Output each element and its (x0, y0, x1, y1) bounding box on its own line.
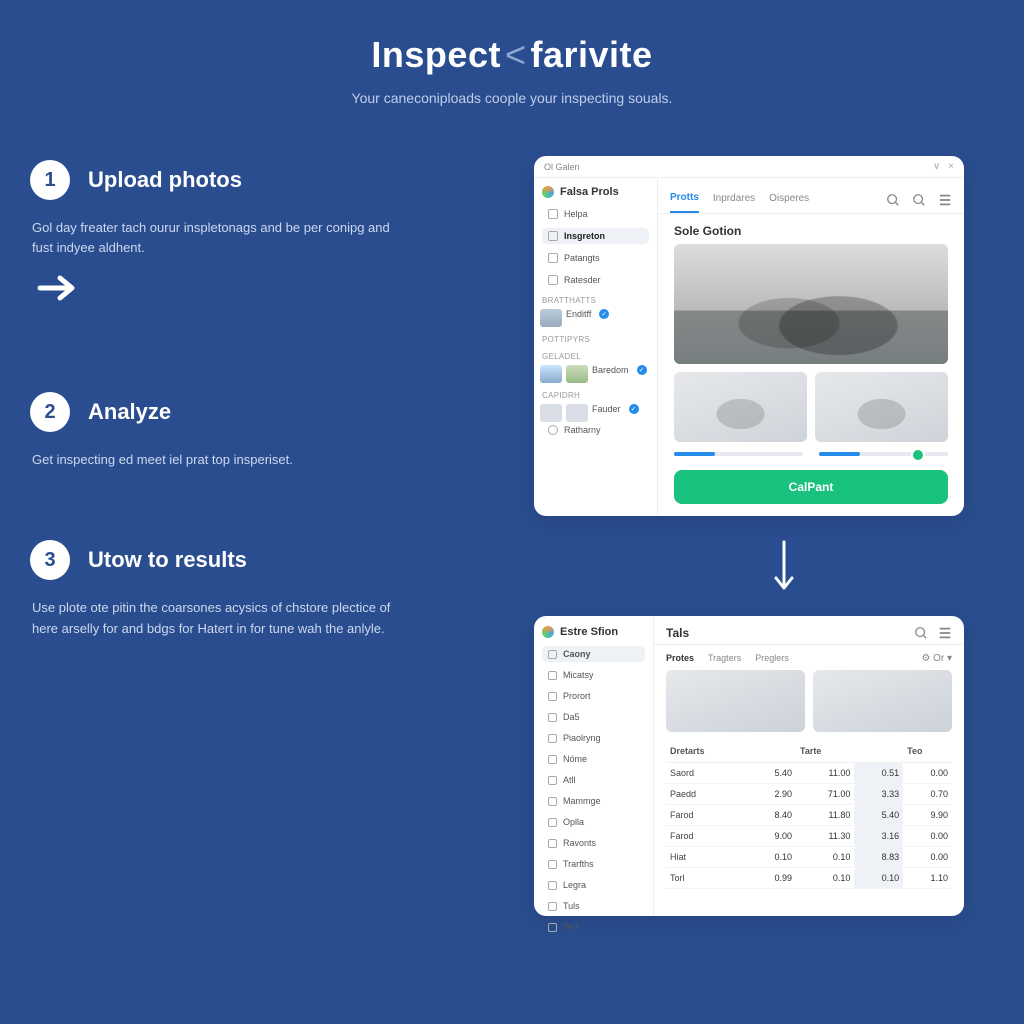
upload-app-card: Ol Galen ∨× Falsa Prols Helpa Insgreton … (534, 156, 964, 516)
thumb-icon[interactable] (566, 365, 588, 383)
sidebar-item[interactable]: Caony (542, 646, 645, 662)
list-icon[interactable] (938, 626, 952, 640)
table-row[interactable]: Farod9.0011.303.160.00 (666, 826, 952, 847)
arrow-down-icon (534, 540, 1024, 600)
sidebar-group-head: Bratthatts (542, 296, 649, 305)
table-row[interactable]: Torl0.990.100.101.10 (666, 868, 952, 889)
thumb-icon[interactable] (540, 309, 562, 327)
progress-bar[interactable] (674, 452, 803, 456)
step-title-3: Utow to results (88, 547, 247, 573)
sidebar-item[interactable]: Patangts (542, 250, 649, 266)
tab[interactable]: Preglers (755, 653, 789, 664)
sidebar-item[interactable]: Oplla (542, 814, 645, 830)
brand-logo-icon (542, 626, 554, 638)
sidebar-item[interactable]: Legra (542, 877, 645, 893)
photo-large[interactable] (674, 244, 948, 364)
step-badge-3: 3 (30, 540, 70, 580)
thumb-icon[interactable] (540, 365, 562, 383)
primary-cta-button[interactable]: CalPant (674, 470, 948, 504)
sidebar-item[interactable]: Atll (542, 772, 645, 788)
check-icon: ✓ (599, 309, 609, 319)
settings-dropdown[interactable]: ⚙ Or ▾ (921, 653, 952, 664)
sidebar-group-head: Pottipyrs (542, 335, 649, 344)
table-header: Tarte (796, 740, 854, 763)
table-header: Teo (903, 740, 952, 763)
table-row[interactable]: Saord5.4011.000.510.00 (666, 763, 952, 784)
step-title-2: Analyze (88, 399, 171, 425)
search-icon[interactable] (914, 626, 928, 640)
table-header (747, 740, 796, 763)
table-header: Dretarts (666, 740, 747, 763)
check-icon: ✓ (637, 365, 647, 375)
sidebar-item[interactable]: Ravonts (542, 835, 645, 851)
step-title-1: Upload photos (88, 167, 242, 193)
page-title: Tals (666, 626, 689, 640)
sidebar-item[interactable]: Nóme (542, 751, 645, 767)
sidebar-item[interactable]: Terl (542, 919, 645, 935)
window-title: Ol Galen (544, 162, 580, 172)
step-badge-2: 2 (30, 392, 70, 432)
arrow-right-icon (36, 266, 80, 310)
section-title: Sole Gotion (658, 214, 964, 244)
sidebar-item[interactable]: Ratesder (542, 272, 649, 288)
step-desc-3: Use plote ote pitin the coarsones acysic… (32, 598, 392, 638)
photo-thumb[interactable] (813, 670, 952, 732)
sidebar-item[interactable]: Piaolryng (542, 730, 645, 746)
app-brand: Estre Sfion (542, 626, 645, 638)
check-icon: ✓ (629, 404, 639, 414)
search-icon[interactable] (886, 193, 900, 207)
step-badge-1: 1 (30, 160, 70, 200)
tab-photos[interactable]: Protts (670, 186, 699, 213)
sidebar-item[interactable]: Insgreton (542, 228, 649, 244)
results-app-card: Estre Sfion Caony Micatsy Prorort Da5 Piaolr… (534, 616, 964, 916)
sidebar-item[interactable]: Helpa (542, 206, 649, 222)
sidebar-item[interactable]: Tuls (542, 898, 645, 914)
brand-logo-icon (542, 186, 554, 198)
sidebar-item[interactable]: Prorort (542, 688, 645, 704)
search-icon[interactable] (912, 193, 926, 207)
window-controls[interactable]: ∨× (933, 161, 954, 172)
sidebar-item[interactable]: Ratharny (542, 422, 649, 438)
sidebar-group-head: Geladel (542, 352, 649, 361)
thumb-icon[interactable] (566, 404, 588, 422)
table-row[interactable]: Paedd2.9071.003.330.70 (666, 784, 952, 805)
table-row[interactable]: Farod8.4011.805.409.90 (666, 805, 952, 826)
tab-inspections[interactable]: Inprdares (713, 187, 755, 212)
sidebar-nav: Helpa Insgreton Patangts Ratesder (542, 206, 649, 288)
results-table: Dretarts Tarte Teo Saord5.4011.000.510.00P… (666, 740, 952, 889)
app-brand: Falsa Prols (542, 186, 649, 198)
sidebar-group-head: Capidrh (542, 391, 649, 400)
page-title: Inspect<farivite (0, 34, 1024, 76)
table-row[interactable]: Hiat0.100.108.830.00 (666, 847, 952, 868)
sidebar-nav: Caony Micatsy Prorort Da5 Piaolryng Nóme Atll M… (542, 646, 645, 935)
page-subtitle: Your caneconiploads coople your inspecti… (0, 90, 1024, 106)
progress-slider[interactable] (819, 452, 948, 456)
table-header (854, 740, 903, 763)
step-desc-2: Get inspecting ed meet iel prat top insp… (32, 450, 392, 470)
photo-thumb[interactable] (815, 372, 948, 442)
photo-thumb[interactable] (674, 372, 807, 442)
sidebar-item[interactable]: Da5 (542, 709, 645, 725)
photo-thumb[interactable] (666, 670, 805, 732)
tab[interactable]: Tragters (708, 653, 741, 664)
sidebar-item[interactable]: Mammge (542, 793, 645, 809)
tab[interactable]: Protes (666, 653, 694, 664)
sidebar-item[interactable]: Trarfths (542, 856, 645, 872)
sidebar-item[interactable]: Micatsy (542, 667, 645, 683)
thumb-icon[interactable] (540, 404, 562, 422)
step-desc-1: Gol day freater tach ourur inspletonags … (32, 218, 392, 258)
list-icon[interactable] (938, 193, 952, 207)
tab-other[interactable]: Oisperes (769, 187, 809, 212)
